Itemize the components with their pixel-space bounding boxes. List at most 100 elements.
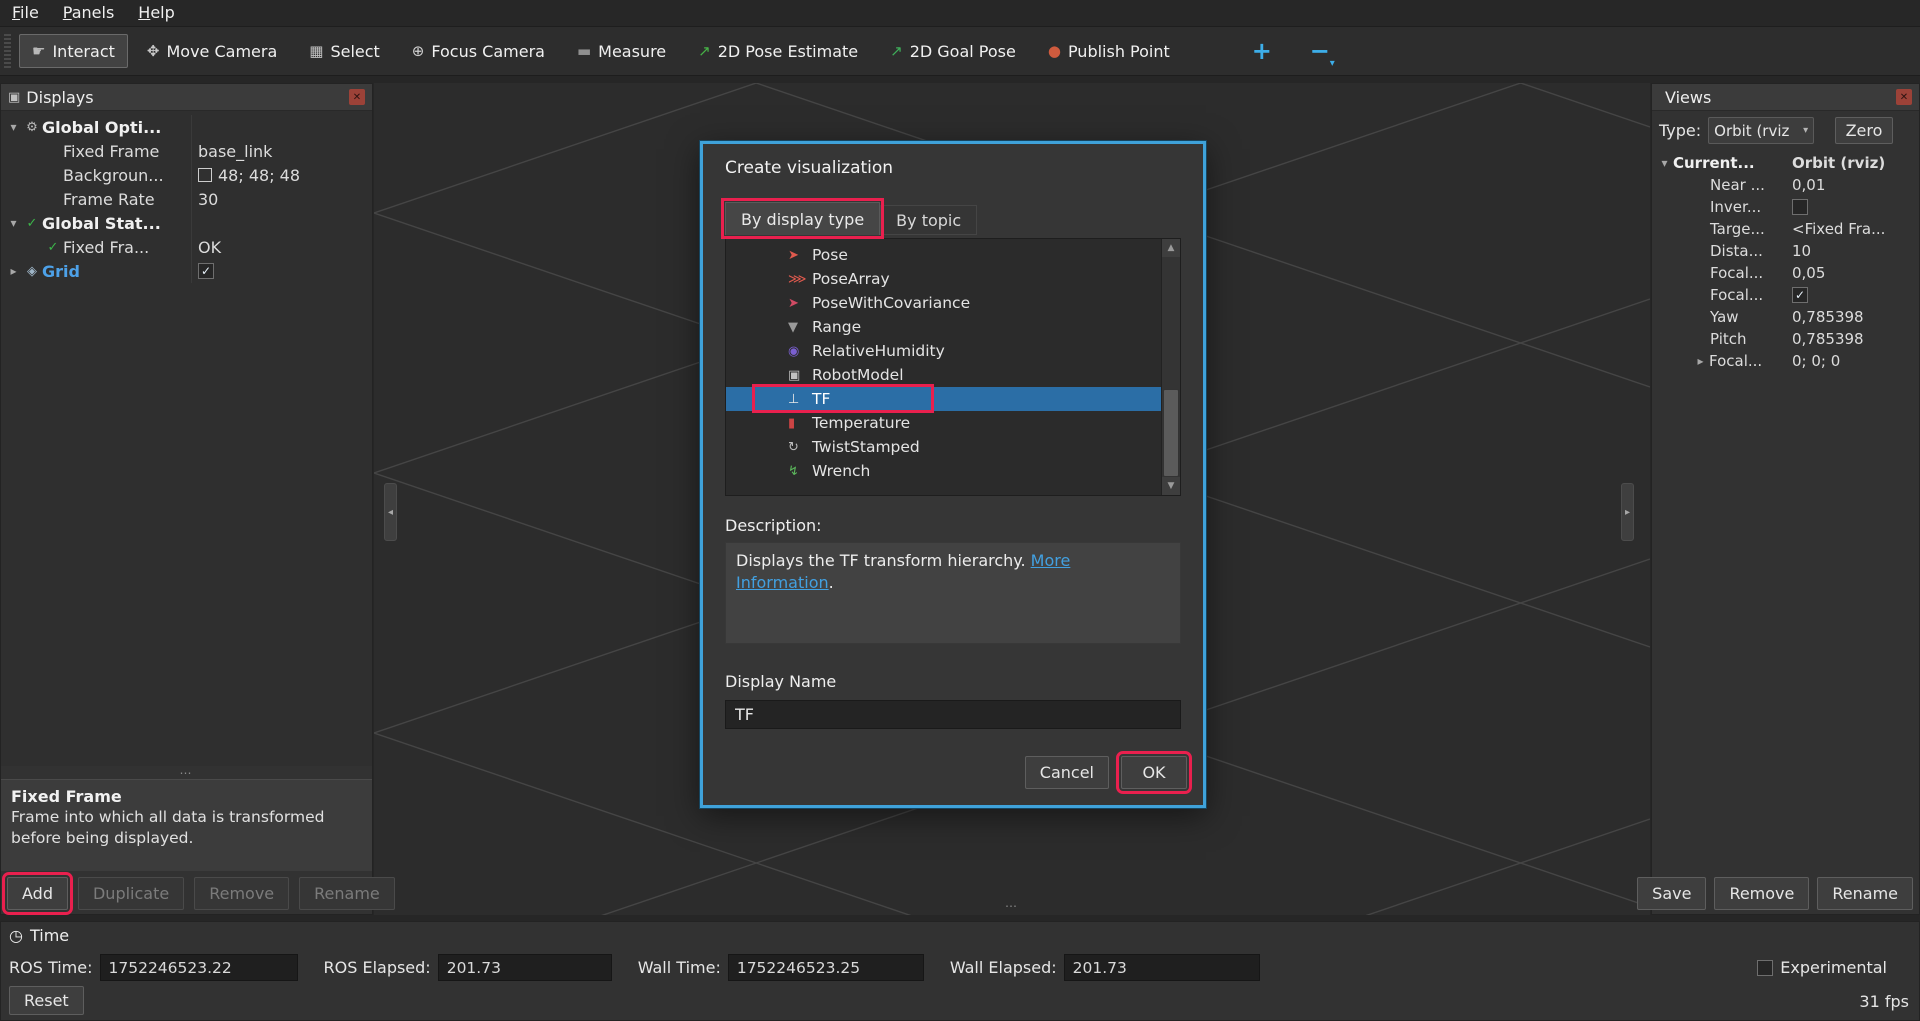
- displays-panel-icon: ▣: [8, 90, 20, 105]
- zero-button[interactable]: Zero: [1835, 117, 1893, 144]
- relative-humidity-icon: ◉: [788, 344, 812, 359]
- tool-label: Publish Point: [1068, 42, 1170, 61]
- tool-2d-pose-estimate-button[interactable]: ↗ 2D Pose Estimate: [685, 34, 871, 68]
- rename-display-button: Rename: [299, 877, 395, 910]
- temperature-icon: ▮: [788, 416, 812, 431]
- expander-closed-icon[interactable]: ▸: [1692, 354, 1709, 368]
- list-item-posewithcovariance[interactable]: ➤ PoseWithCovariance: [726, 291, 1180, 315]
- chevron-down-icon: ▾: [1330, 58, 1335, 69]
- bottom-splitter-handle[interactable]: ⋯: [1005, 899, 1019, 913]
- property-help-box: Fixed Frame Frame into which all data is…: [1, 779, 372, 871]
- view-row-focal-point[interactable]: ▸ Focal... 0; 0; 0: [1652, 350, 1919, 372]
- list-item-posearray[interactable]: ⋙ PoseArray: [726, 267, 1180, 291]
- view-row-focal-shape-fixed[interactable]: Focal... ✓: [1652, 284, 1919, 306]
- remove-tool-button[interactable]: − ▾: [1303, 34, 1337, 68]
- tree-row-fixed-frame-status[interactable]: ✓ Fixed Fra... OK: [1, 235, 372, 259]
- scrollbar-thumb[interactable]: [1163, 389, 1179, 477]
- view-row-yaw[interactable]: Yaw 0,785398: [1652, 306, 1919, 328]
- list-item-range[interactable]: ▼ Range: [726, 315, 1180, 339]
- tree-row-grid-display[interactable]: ▸ ◈ Grid ✓: [1, 259, 372, 283]
- scroll-down-button[interactable]: ▼: [1162, 477, 1180, 495]
- help-title: Fixed Frame: [11, 786, 362, 807]
- list-item-temperature[interactable]: ▮ Temperature: [726, 411, 1180, 435]
- frame-rate-value[interactable]: 30: [191, 187, 372, 211]
- chevron-down-icon: ▾: [1803, 125, 1808, 136]
- displays-splitter-handle[interactable]: ⋯: [1, 768, 372, 778]
- view-row-focal-shape-size[interactable]: Focal... 0,05: [1652, 262, 1919, 284]
- close-icon[interactable]: ✕: [349, 89, 365, 105]
- display-name-label: Display Name: [725, 672, 836, 691]
- experimental-label: Experimental: [1780, 958, 1887, 977]
- ok-button[interactable]: OK: [1121, 756, 1187, 789]
- menu-panels[interactable]: Panels: [51, 0, 127, 26]
- tool-select-button[interactable]: ▦ Select: [296, 34, 393, 68]
- view-row-pitch[interactable]: Pitch 0,785398: [1652, 328, 1919, 350]
- reset-button[interactable]: Reset: [9, 986, 84, 1015]
- view-type-dropdown[interactable]: Orbit (rviz ▾: [1708, 117, 1814, 144]
- toolbar-drag-handle[interactable]: [4, 34, 11, 68]
- tree-row-frame-rate[interactable]: Frame Rate 30: [1, 187, 372, 211]
- list-scrollbar[interactable]: ▲ ▼: [1161, 239, 1180, 495]
- grid-enabled-checkbox[interactable]: ✓: [198, 263, 214, 279]
- tab-by-display-type[interactable]: By display type: [725, 202, 880, 235]
- menu-help[interactable]: Help: [126, 0, 186, 26]
- invert-z-checkbox[interactable]: [1792, 199, 1808, 215]
- tree-row-global-status[interactable]: ▾ ✓ Global Stat...: [1, 211, 372, 235]
- list-item-twiststamped[interactable]: ↻ TwistStamped: [726, 435, 1180, 459]
- expander-closed-icon[interactable]: ▸: [5, 264, 22, 278]
- expander-open-icon[interactable]: ▾: [5, 216, 22, 230]
- list-item-relativehumidity[interactable]: ◉ RelativeHumidity: [726, 339, 1180, 363]
- tool-2d-goal-pose-button[interactable]: ↗ 2D Goal Pose: [877, 34, 1029, 68]
- wall-time-value[interactable]: [728, 954, 924, 981]
- wall-elapsed-value[interactable]: [1064, 954, 1260, 981]
- list-item-robotmodel[interactable]: ▣ RobotModel: [726, 363, 1180, 387]
- more-information-link[interactable]: Information: [736, 573, 829, 592]
- tool-label: 2D Goal Pose: [910, 42, 1016, 61]
- fixed-frame-value[interactable]: base_link: [191, 139, 372, 163]
- tool-interact-button[interactable]: ☛ Interact: [19, 34, 128, 68]
- tool-measure-button[interactable]: ▬ Measure: [564, 34, 679, 68]
- remove-display-button: Remove: [194, 877, 289, 910]
- close-icon[interactable]: ✕: [1896, 89, 1912, 105]
- cancel-button[interactable]: Cancel: [1025, 756, 1109, 789]
- add-tool-button[interactable]: +: [1245, 34, 1279, 68]
- view-row-target-frame[interactable]: Targe... <Fixed Fra...: [1652, 218, 1919, 240]
- scroll-up-button[interactable]: ▲: [1162, 239, 1180, 257]
- tab-by-topic[interactable]: By topic: [880, 205, 977, 235]
- expander-open-icon[interactable]: ▾: [1656, 156, 1673, 170]
- view-row-distance[interactable]: Dista... 10: [1652, 240, 1919, 262]
- tree-row-global-options[interactable]: ▾ ⚙ Global Opti...: [1, 115, 372, 139]
- focus-camera-icon: ⊕: [412, 42, 425, 60]
- view-row-near-clip[interactable]: Near ... 0,01: [1652, 174, 1919, 196]
- more-information-link[interactable]: More: [1031, 551, 1071, 570]
- view-row-invert-z[interactable]: Inver...: [1652, 196, 1919, 218]
- menu-file[interactable]: File: [0, 0, 51, 26]
- time-panel-title: ◷ Time: [9, 926, 69, 945]
- left-panel-collapse-handle[interactable]: ◂: [384, 483, 397, 541]
- rename-view-button[interactable]: Rename: [1817, 877, 1913, 910]
- view-row-current[interactable]: ▾ Current... Orbit (rviz): [1652, 152, 1919, 174]
- remove-view-button[interactable]: Remove: [1714, 877, 1809, 910]
- expander-open-icon[interactable]: ▾: [5, 120, 22, 134]
- save-view-button[interactable]: Save: [1637, 877, 1706, 910]
- list-item-tf-selected[interactable]: ⊥ TF: [726, 387, 1180, 411]
- focal-shape-checkbox[interactable]: ✓: [1792, 287, 1808, 303]
- tree-row-background-color[interactable]: Backgroun... 48; 48; 48: [1, 163, 372, 187]
- pose-icon: ➤: [788, 248, 812, 263]
- list-item-pose[interactable]: ➤ Pose: [726, 243, 1180, 267]
- tool-focus-camera-button[interactable]: ⊕ Focus Camera: [399, 34, 558, 68]
- ros-elapsed-value[interactable]: [438, 954, 612, 981]
- right-panel-collapse-handle[interactable]: ▸: [1621, 483, 1634, 541]
- experimental-checkbox[interactable]: [1757, 960, 1773, 976]
- add-display-button[interactable]: Add: [7, 877, 68, 910]
- tool-publish-point-button[interactable]: ● Publish Point: [1035, 34, 1183, 68]
- tool-move-camera-button[interactable]: ✥ Move Camera: [134, 34, 290, 68]
- list-item-wrench[interactable]: ↯ Wrench: [726, 459, 1180, 483]
- background-color-value[interactable]: 48; 48; 48: [191, 163, 372, 187]
- pose-array-icon: ⋙: [788, 272, 812, 287]
- ros-time-value[interactable]: [100, 954, 298, 981]
- tree-row-fixed-frame[interactable]: Fixed Frame base_link: [1, 139, 372, 163]
- display-name-input[interactable]: [725, 700, 1181, 729]
- tool-label: Select: [330, 42, 379, 61]
- create-visualization-dialog: Create visualization By display type By …: [700, 141, 1206, 808]
